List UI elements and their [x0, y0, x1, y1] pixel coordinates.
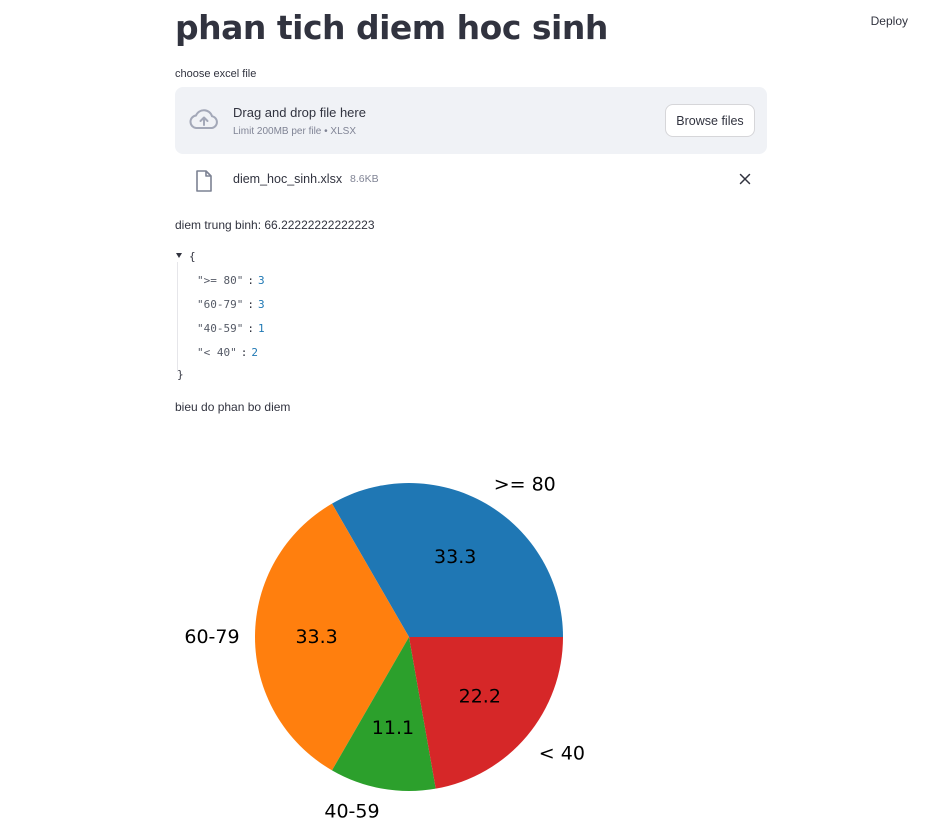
slice-category-label: < 40: [539, 742, 585, 764]
slice-percent-label: 33.3: [434, 546, 476, 568]
slice-percent-label: 33.3: [295, 626, 337, 648]
pie-chart: 33.3 >= 80 33.3 60-79 11.1 40-59 22.2 < 40: [184, 473, 585, 822]
pie-slice: [409, 637, 563, 789]
slice-percent-label: 11.1: [372, 717, 414, 739]
slice-category-label: >= 80: [494, 473, 556, 495]
slice-category-label: 60-79: [184, 626, 239, 648]
slice-percent-label: 22.2: [459, 685, 501, 707]
slice-category-label: 40-59: [324, 800, 379, 822]
